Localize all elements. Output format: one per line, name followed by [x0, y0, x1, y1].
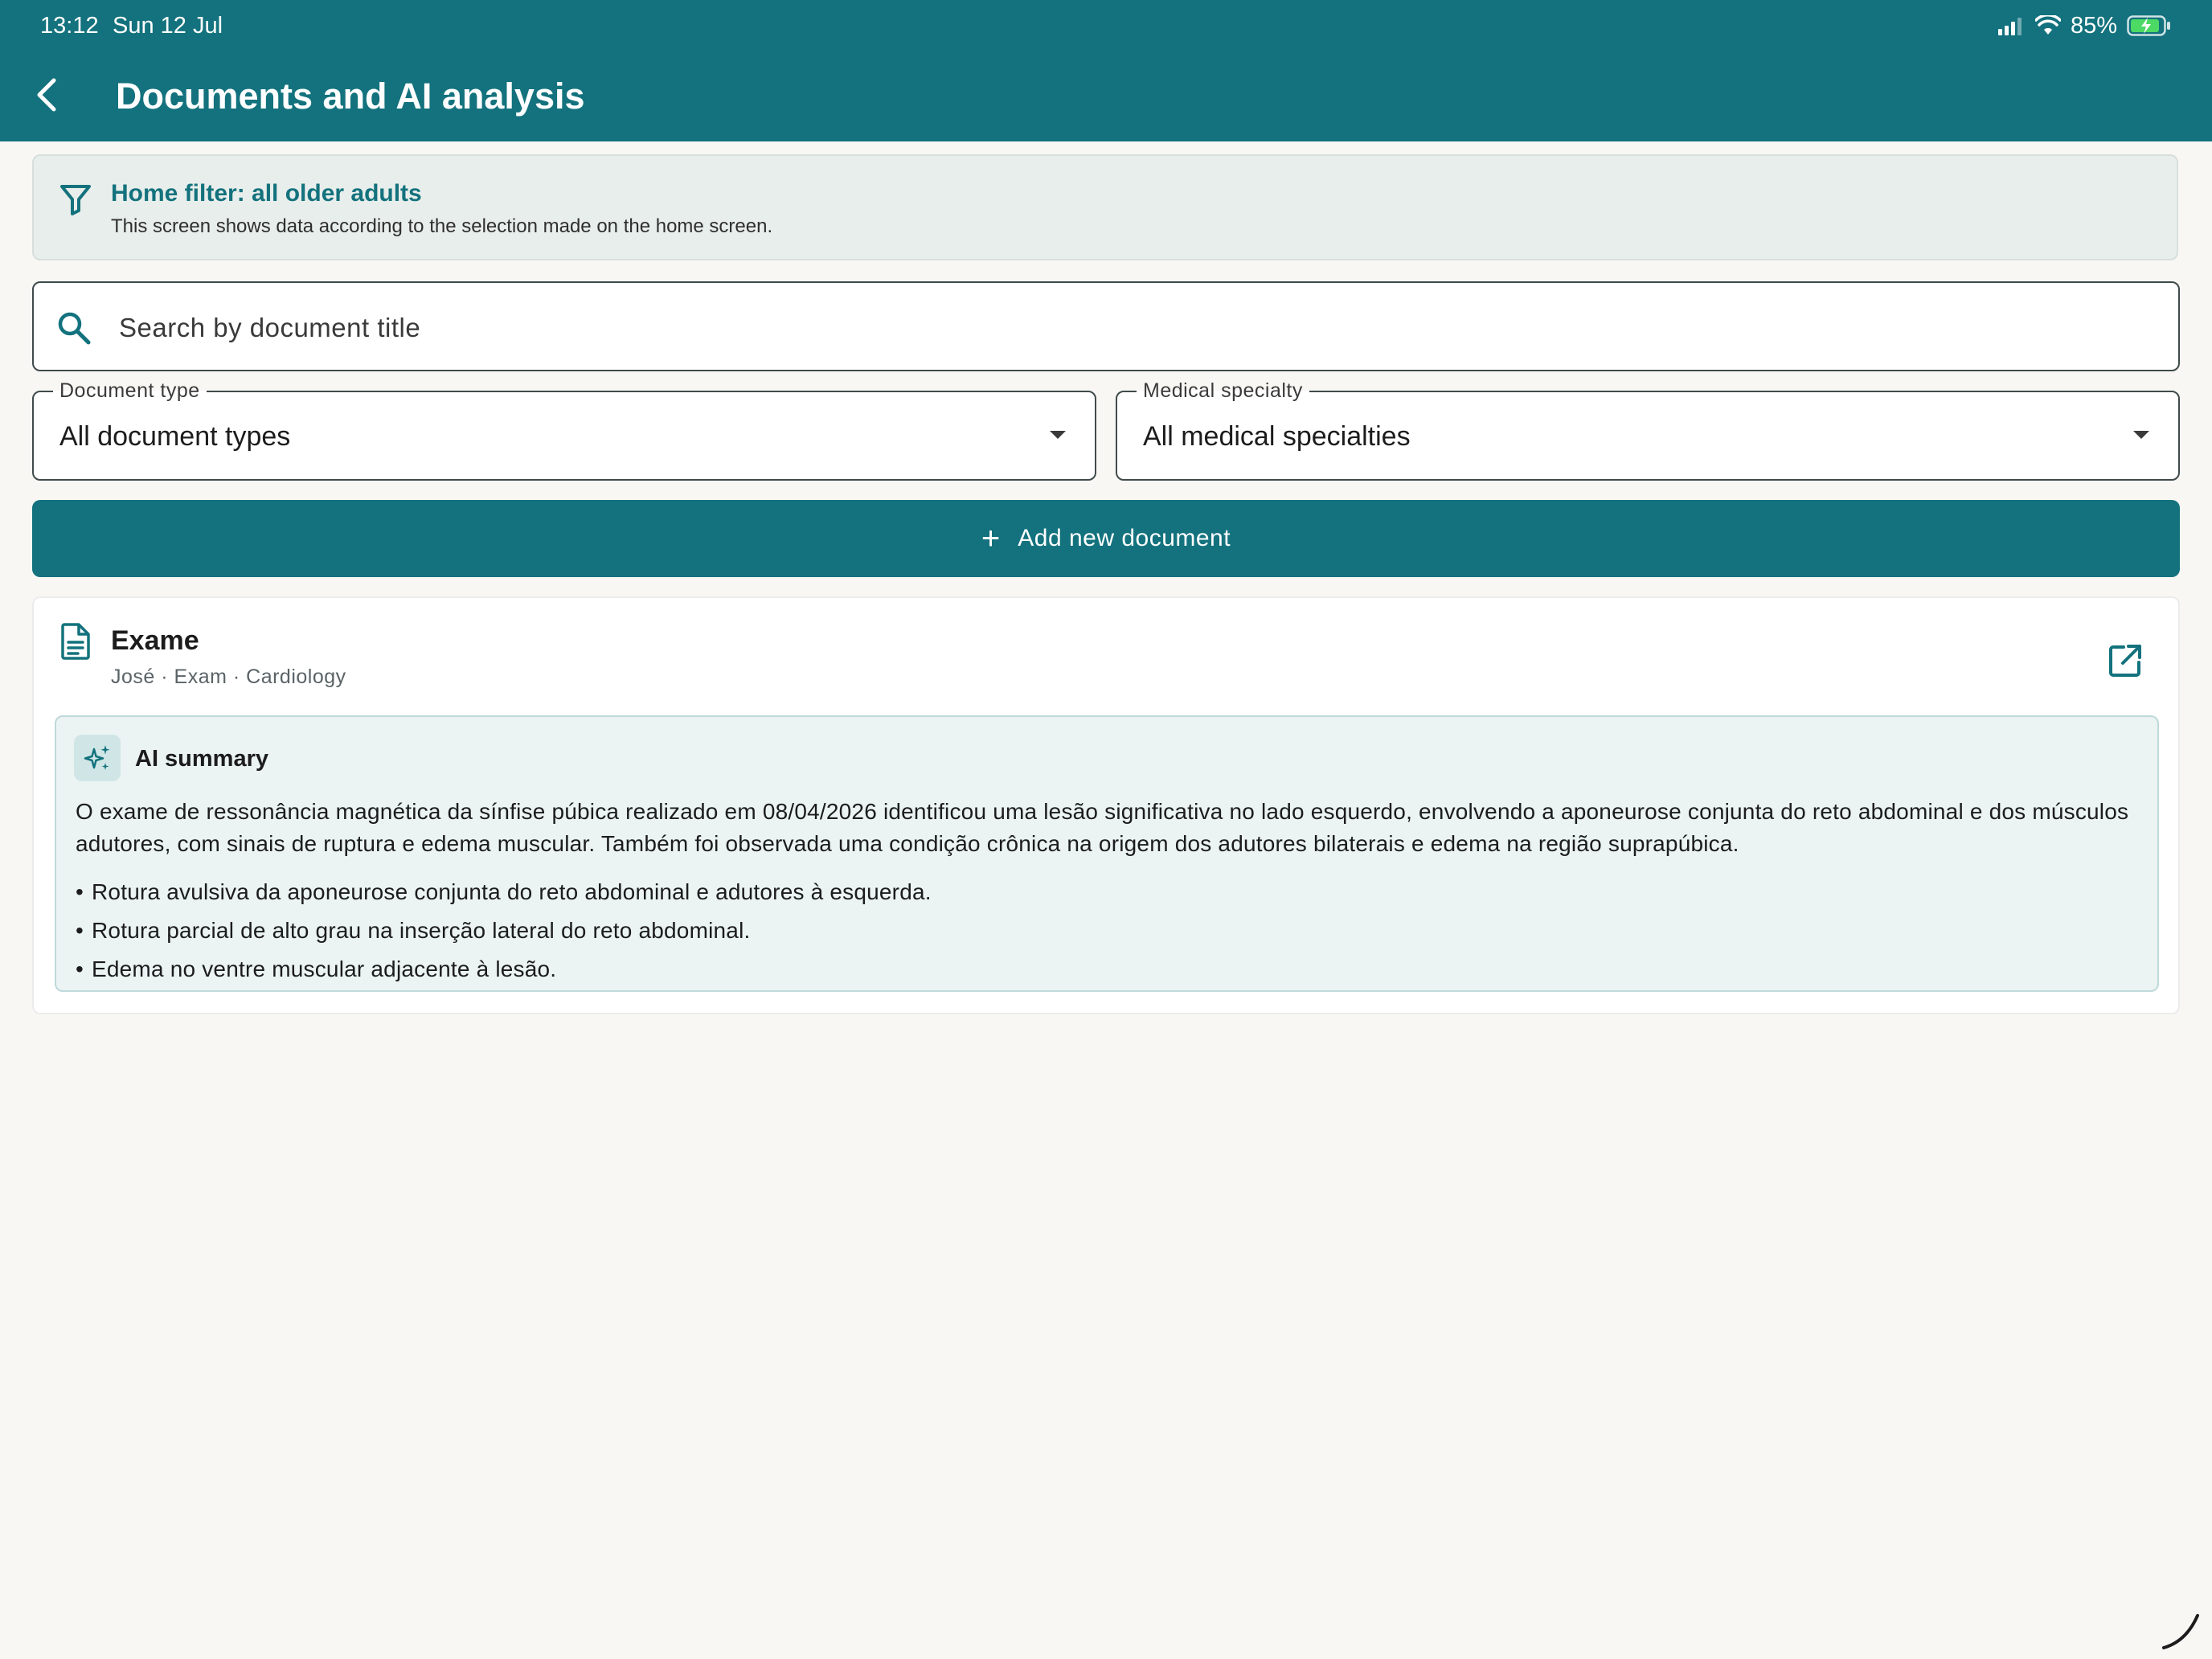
plus-icon: + — [981, 521, 1001, 556]
ai-summary-bullet: Rotura avulsiva da aponeurose conjunta d… — [76, 873, 932, 911]
status-indicators: 85% — [1997, 10, 2172, 42]
cellular-signal-icon — [1997, 18, 2022, 35]
ai-icon-badge — [74, 735, 121, 781]
battery-charging-icon — [2127, 15, 2170, 36]
medical-specialty-select[interactable]: Medical specialty All medical specialtie… — [1116, 379, 2180, 481]
search-icon — [58, 312, 91, 345]
ai-summary-bullets: Rotura avulsiva da aponeurose conjunta d… — [76, 873, 932, 989]
pencil-hover-indicator — [2162, 1614, 2199, 1649]
open-external-icon — [2109, 645, 2141, 677]
wifi-icon — [2034, 15, 2061, 35]
add-new-document-button[interactable]: + Add new document — [32, 500, 2180, 577]
chevron-left-icon — [37, 78, 56, 112]
ai-summary-bullet: Edema no ventre muscular adjacente à les… — [76, 950, 932, 989]
document-type-label: Document type — [53, 379, 207, 402]
back-button[interactable] — [24, 69, 69, 121]
status-time: 13:12 — [40, 13, 99, 39]
dropdown-caret-icon — [2133, 431, 2149, 439]
home-filter-description: This screen shows data according to the … — [111, 215, 773, 237]
app-bar: 13:12 Sun 12 Jul 85% Documents and AI an… — [0, 0, 2212, 141]
document-type-select[interactable]: Document type All document types — [32, 379, 1096, 481]
document-type-value: All document types — [59, 421, 291, 452]
open-document-button[interactable] — [2104, 640, 2146, 682]
medical-specialty-label: Medical specialty — [1137, 379, 1309, 402]
battery-percent: 85% — [2070, 12, 2117, 39]
document-meta: José · Exam · Cardiology — [111, 666, 346, 688]
ai-summary-bullet: Rotura parcial de alto grau na inserção … — [76, 911, 932, 950]
search-input[interactable] — [117, 299, 2146, 357]
home-filter-banner: Home filter: all older adults This scree… — [32, 154, 2178, 260]
ai-summary-panel: AI summary O exame de ressonância magnét… — [55, 715, 2159, 992]
status-date: Sun 12 Jul — [113, 13, 223, 39]
medical-specialty-value: All medical specialties — [1143, 421, 1411, 452]
search-box — [32, 281, 2180, 371]
home-filter-title: Home filter: all older adults — [111, 180, 422, 207]
filter-funnel-icon — [60, 185, 91, 215]
add-new-document-label: Add new document — [1018, 525, 1231, 551]
document-card[interactable]: Exame José · Exam · Cardiology AI summar… — [32, 596, 2180, 1014]
page-title: Documents and AI analysis — [116, 76, 585, 117]
document-icon — [61, 623, 90, 660]
document-title: Exame — [111, 625, 199, 656]
sparkles-icon — [84, 745, 110, 770]
ai-summary-text: O exame de ressonância magnética da sínf… — [76, 799, 2129, 856]
ai-summary-title: AI summary — [135, 746, 269, 772]
dropdown-caret-icon — [1050, 431, 1066, 439]
